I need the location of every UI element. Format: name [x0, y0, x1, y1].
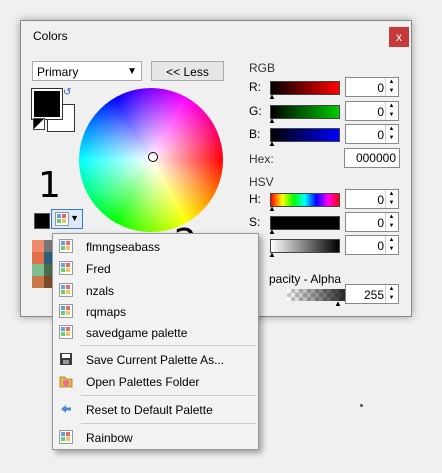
value-slider[interactable]: [270, 239, 340, 253]
palette-grid-icon: [59, 261, 73, 275]
hex-label: Hex:: [249, 152, 274, 166]
palette-grid-icon: [59, 325, 73, 339]
menu-item-palette-fred[interactable]: Fred: [53, 258, 258, 280]
alpha-section-label: pacity - Alpha: [269, 272, 342, 286]
swap-colors-icon[interactable]: ↺: [63, 87, 71, 98]
hsv-section-label: HSV: [249, 175, 274, 189]
green-slider[interactable]: [270, 105, 340, 119]
folder-icon: [59, 374, 73, 388]
hue-slider[interactable]: [270, 193, 340, 207]
blue-slider-handle-icon[interactable]: ▲: [268, 139, 276, 148]
menu-item-open-palettes-folder[interactable]: Open Palettes Folder: [53, 371, 258, 393]
saturation-value: 0: [377, 216, 384, 230]
palette-grid-icon: [59, 239, 73, 253]
less-button[interactable]: << Less: [151, 61, 224, 81]
blue-slider[interactable]: [270, 128, 340, 142]
rgb-section-label: RGB: [249, 61, 276, 75]
menu-separator: [81, 345, 256, 346]
alpha-slider-handle-icon[interactable]: ▲: [334, 299, 342, 308]
saturation-spinbox[interactable]: 0 ▲ ▼: [345, 212, 399, 232]
spin-arrows-icon[interactable]: ▲ ▼: [385, 213, 397, 231]
red-value: 0: [377, 81, 384, 95]
blue-spinbox[interactable]: 0 ▲ ▼: [345, 124, 399, 144]
green-label: G:: [249, 104, 262, 118]
value-spinbox[interactable]: 0 ▲ ▼: [345, 235, 399, 255]
red-spinbox[interactable]: 0 ▲ ▼: [345, 77, 399, 97]
hue-value: 0: [377, 193, 384, 207]
spin-arrows-icon[interactable]: ▲ ▼: [385, 285, 397, 303]
palette-dropdown-menu: flmngseabass Fred nzals rqmaps savedgame…: [52, 233, 259, 450]
green-spinbox[interactable]: 0 ▲ ▼: [345, 101, 399, 121]
palette-icon: [55, 212, 69, 226]
primary-color-swatch[interactable]: [31, 88, 63, 120]
select-value: Primary: [37, 65, 79, 79]
palette-grid-icon: [59, 304, 73, 318]
menu-item-label: savedgame palette: [86, 326, 188, 340]
menu-separator: [81, 423, 256, 424]
hue-label: H:: [249, 192, 261, 206]
green-slider-handle-icon[interactable]: ▲: [268, 116, 276, 125]
green-value: 0: [377, 105, 384, 119]
value-slider-handle-icon[interactable]: ▲: [268, 250, 276, 259]
menu-item-save-palette[interactable]: Save Current Palette As...: [53, 349, 258, 371]
menu-item-palette-flmngseabass[interactable]: flmngseabass: [53, 236, 258, 258]
spin-arrows-icon[interactable]: ▲ ▼: [385, 102, 397, 120]
menu-item-label: Rainbow: [86, 431, 133, 445]
menu-item-label: flmngseabass: [86, 240, 161, 254]
menu-item-palette-rqmaps[interactable]: rqmaps: [53, 301, 258, 323]
spin-arrows-icon[interactable]: ▲ ▼: [385, 125, 397, 143]
menu-item-label: Fred: [86, 262, 111, 276]
menu-item-label: nzals: [86, 284, 115, 298]
primary-secondary-select[interactable]: Primary ▼: [32, 61, 142, 81]
saturation-slider-handle-icon[interactable]: ▲: [268, 227, 276, 236]
red-slider[interactable]: [270, 81, 340, 95]
blue-label: B:: [249, 127, 261, 141]
hue-spinbox[interactable]: 0 ▲ ▼: [345, 189, 399, 209]
saturation-slider[interactable]: [270, 216, 340, 230]
menu-item-label: Reset to Default Palette: [86, 403, 213, 417]
menu-item-palette-savedgame[interactable]: savedgame palette: [53, 322, 258, 344]
chevron-down-icon: ▼: [127, 66, 137, 77]
spin-arrows-icon[interactable]: ▲ ▼: [385, 78, 397, 96]
menu-item-palette-nzals[interactable]: nzals: [53, 280, 258, 302]
current-color-small-swatch[interactable]: [34, 213, 50, 229]
close-button[interactable]: x: [389, 27, 409, 47]
red-label: R:: [249, 80, 261, 94]
palette-menu-button[interactable]: ▼: [51, 209, 83, 229]
window-title: Colors: [33, 29, 68, 43]
save-icon: [59, 352, 73, 366]
menu-separator: [81, 395, 256, 396]
palette-grid-icon: [59, 430, 73, 444]
red-slider-handle-icon[interactable]: ▲: [268, 92, 276, 101]
spin-arrows-icon[interactable]: ▲ ▼: [385, 190, 397, 208]
reset-arrow-icon: [59, 402, 73, 416]
annotation-number-1: 1: [38, 165, 61, 206]
blue-value: 0: [377, 128, 384, 142]
palette-grid-icon: [59, 283, 73, 297]
mouse-cursor-dot: [360, 404, 363, 407]
saturation-label: S:: [249, 215, 261, 229]
hex-input[interactable]: 000000: [344, 148, 400, 168]
value-value: 0: [377, 239, 384, 253]
dropdown-arrow-icon: ▼: [70, 213, 79, 223]
alpha-value: 255: [363, 288, 384, 302]
menu-item-palette-rainbow[interactable]: Rainbow: [53, 427, 258, 449]
reset-colors-icon[interactable]: [33, 118, 45, 130]
menu-item-reset-default-palette[interactable]: Reset to Default Palette: [53, 399, 258, 421]
menu-item-label: Open Palettes Folder: [86, 375, 200, 389]
menu-item-label: Save Current Palette As...: [86, 353, 225, 367]
spin-arrows-icon[interactable]: ▲ ▼: [385, 236, 397, 254]
menu-item-label: rqmaps: [86, 305, 127, 319]
alpha-spinbox[interactable]: 255 ▲ ▼: [345, 284, 399, 304]
hue-slider-handle-icon[interactable]: ▲: [268, 204, 276, 213]
color-wheel-marker[interactable]: [148, 152, 158, 162]
